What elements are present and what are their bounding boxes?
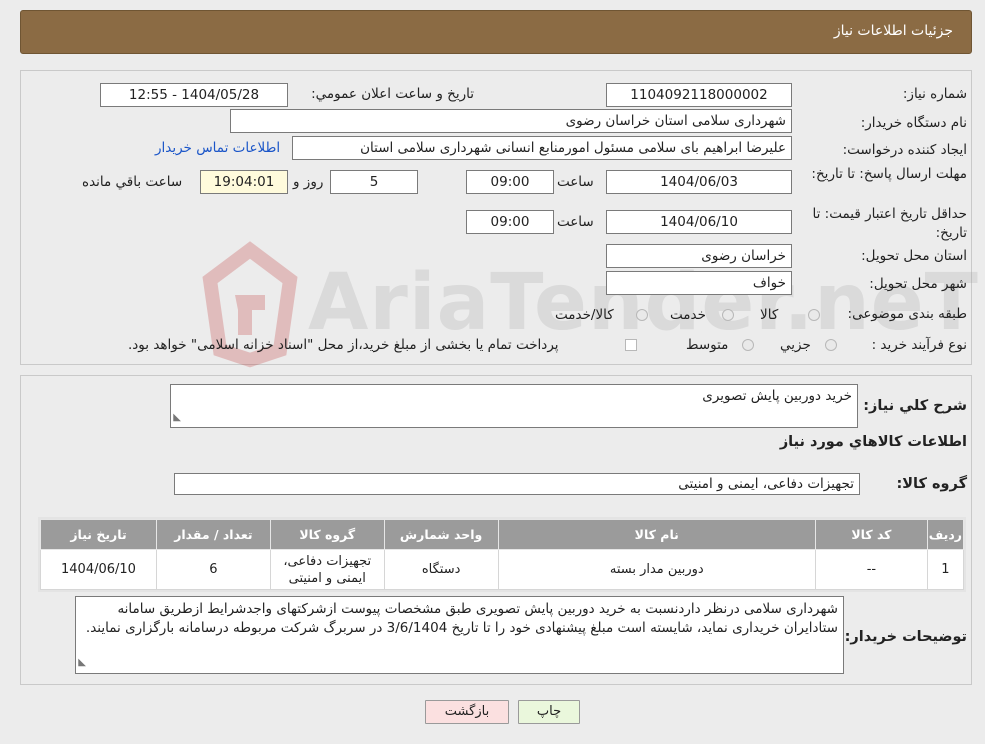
validity-label: حداقل تاريخ اعتبار قيمت: تا تاريخ: [812,206,967,241]
col-date: تاريخ نياز [40,519,157,550]
goods-group-label: گروه کالا: [896,476,967,492]
purchase-type-minor-radio[interactable] [825,339,837,351]
city-field: خواف [606,271,792,295]
need-number-field: 1104092118000002 [606,83,792,107]
cell-row: 1 [926,549,965,590]
purchase-type-label: نوع فرآيند خريد : [871,337,967,353]
cell-group: تجهیزات دفاعی، ایمنی و امنیتی [269,549,385,590]
validity-time-label: ساعت [557,214,594,230]
items-table: رديف کد کالا نام کالا واحد شمارش گروه کا… [40,519,965,590]
treasury-payment-checkbox[interactable] [625,339,637,351]
col-group: گروه کالا [269,519,385,550]
treasury-payment-note: پرداخت تمام يا بخشی از مبلغ خريد،از محل … [128,337,559,353]
purchase-type-minor-label: جزيي [780,337,811,353]
category-option-both-label: کالا/خدمت [555,307,614,323]
city-label: شهر محل تحويل: [869,276,967,292]
buyer-notes-text: شهرداری سلامی درنظر داردنسبت به خرید دور… [85,601,838,636]
announce-label: تاريخ و ساعت اعلان عمومي: [311,86,474,102]
cell-code: -- [814,549,928,590]
items-table-wrap: رديف کد کالا نام کالا واحد شمارش گروه کا… [38,517,966,592]
validity-date-field: 1404/06/10 [606,210,792,234]
buyer-org-field: شهرداری سلامی استان خراسان رضوی [230,109,792,133]
cell-name: دوربین مدار بسته [497,549,816,590]
col-unit: واحد شمارش [383,519,499,550]
buyer-contact-link[interactable]: اطلاعات تماس خريدار [155,140,280,156]
goods-info-title: اطلاعات کالاهاي مورد نياز [779,434,967,450]
col-code: کد کالا [814,519,928,550]
validity-time-field: 09:00 [466,210,554,234]
resize-grip-icon[interactable]: ◢ [72,659,91,667]
cell-date: 1404/06/10 [40,549,157,590]
creator-label: ايجاد کننده درخواست: [842,142,967,158]
deadline-time-field: 09:00 [466,170,554,194]
days-remaining-field: 5 [330,170,418,194]
cell-qty: 6 [155,549,271,590]
remaining-word: ساعت باقي مانده [82,174,183,190]
items-table-header: رديف کد کالا نام کالا واحد شمارش گروه کا… [40,519,965,550]
summary-label: شرح کلي نياز: [863,398,967,414]
category-option-both-radio[interactable] [636,309,648,321]
province-label: استان محل تحويل: [861,248,967,264]
cell-unit: دستگاه [383,549,499,590]
back-button[interactable]: بازگشت [425,700,509,724]
page-header: جزئیات اطلاعات نیاز [20,10,972,54]
province-field: خراسان رضوی [606,244,792,268]
days-word: روز و [293,174,324,190]
purchase-type-medium-label: متوسط [686,337,729,353]
category-option-goods-label: کالا [760,307,779,323]
summary-text: خرید دوربین پایش تصویری [702,388,852,404]
print-button[interactable]: چاپ [518,700,580,724]
time-remaining-field: 19:04:01 [200,170,288,194]
resize-grip-icon[interactable]: ◢ [168,414,185,422]
deadline-date-field: 1404/06/03 [606,170,792,194]
table-row: 1 -- دوربین مدار بسته دستگاه تجهیزات دفا… [40,549,965,590]
category-label: طبقه بندی موضوعی: [847,306,967,322]
buyer-notes-label: توضيحات خريدار: [844,629,967,645]
category-option-service-label: خدمت [670,307,706,323]
col-name: نام کالا [497,519,816,550]
category-option-service-radio[interactable] [722,309,734,321]
page-title: جزئیات اطلاعات نیاز [833,23,953,39]
purchase-type-medium-radio[interactable] [742,339,754,351]
buyer-org-label: نام دستگاه خريدار: [860,115,967,131]
deadline-label: مهلت ارسال پاسخ: تا تاريخ: [811,166,967,182]
deadline-time-label: ساعت [557,174,594,190]
goods-group-field: تجهیزات دفاعی، ایمنی و امنیتی [174,473,860,495]
creator-field: علیرضا ابراهیم بای سلامی مسئول امورمنابع… [292,136,792,160]
col-row: رديف [926,519,965,550]
col-qty: تعداد / مقدار [155,519,271,550]
buyer-notes-textarea[interactable]: شهرداری سلامی درنظر داردنسبت به خرید دور… [75,596,844,674]
announce-field: 1404/05/28 - 12:55 [100,83,288,107]
summary-textarea[interactable]: خرید دوربین پایش تصویری ◢ [170,384,858,428]
category-option-goods-radio[interactable] [808,309,820,321]
need-number-label: شماره نیاز: [902,86,967,102]
